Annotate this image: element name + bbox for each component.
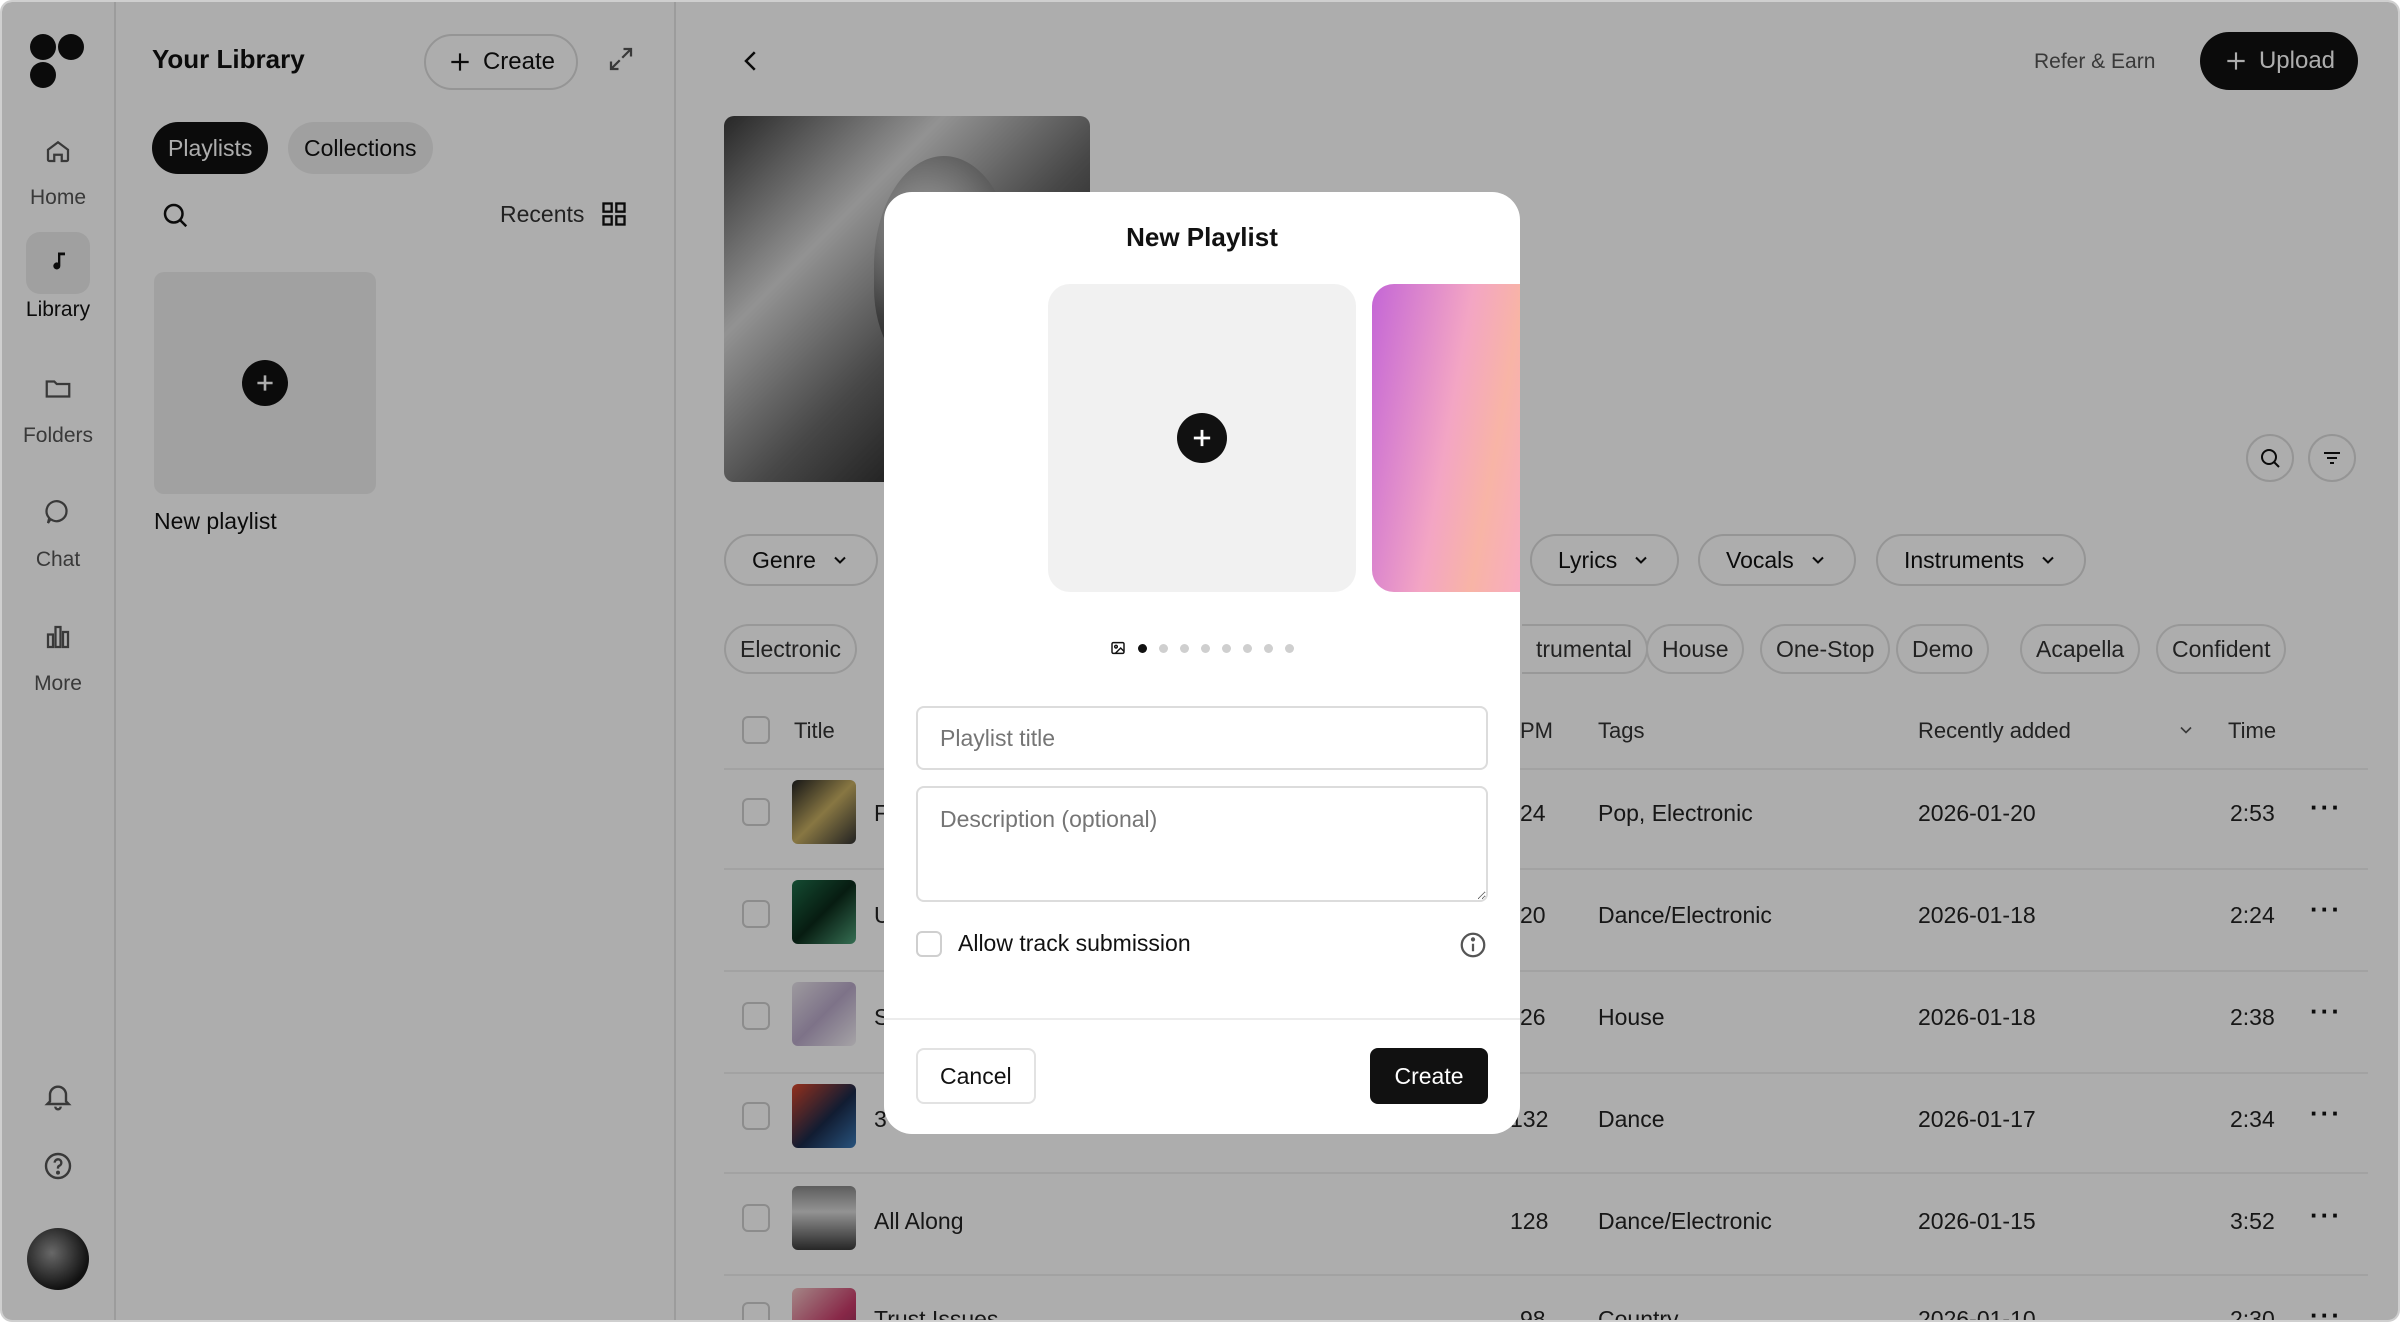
allow-submission-toggle[interactable]: Allow track submission: [916, 930, 1191, 957]
dialog-divider: [884, 1018, 1520, 1020]
new-playlist-dialog: New Playlist Allow track submission Canc…: [884, 192, 1520, 1134]
carousel-dot[interactable]: [1285, 643, 1294, 653]
carousel-dot[interactable]: [1243, 643, 1252, 653]
playlist-title-input[interactable]: [916, 706, 1488, 770]
add-circle-icon: [1177, 413, 1227, 463]
carousel-dot[interactable]: [1180, 643, 1189, 653]
playlist-description-input[interactable]: [916, 786, 1488, 902]
cancel-button[interactable]: Cancel: [916, 1048, 1036, 1104]
create-button[interactable]: Create: [1370, 1048, 1488, 1104]
carousel-dot[interactable]: [1159, 643, 1168, 653]
carousel-dot[interactable]: [1138, 643, 1147, 653]
add-artwork-card[interactable]: [1048, 284, 1356, 592]
carousel-dot[interactable]: [1264, 643, 1273, 653]
image-icon[interactable]: [1110, 640, 1126, 656]
info-icon: [1460, 932, 1486, 958]
carousel-dot[interactable]: [1201, 643, 1210, 653]
gradient-artwork-option[interactable]: [1372, 284, 1520, 592]
carousel-dot[interactable]: [1222, 643, 1231, 653]
allow-submission-checkbox[interactable]: [916, 930, 942, 957]
carousel-indicator: [884, 640, 1520, 656]
dialog-title: New Playlist: [1126, 222, 1278, 252]
app-window: Home Library Folders Chat More Your Libr…: [0, 0, 2400, 1322]
info-button[interactable]: [1458, 930, 1488, 965]
allow-submission-label: Allow track submission: [958, 930, 1191, 956]
